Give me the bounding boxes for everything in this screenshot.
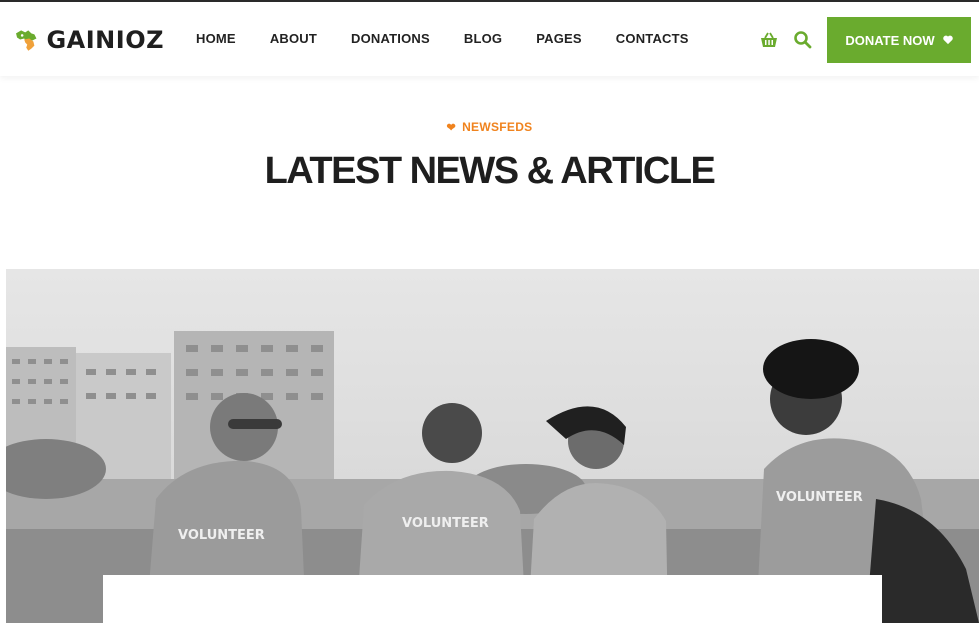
nav-item-contacts[interactable]: CONTACTS [616, 31, 689, 46]
donate-label: DONATE NOW [845, 32, 935, 48]
shirt-text-2: VOLUNTEER [402, 516, 489, 531]
heart-icon: ❤ [446, 122, 457, 134]
header-icons [759, 30, 813, 55]
main-nav: HOME ABOUT DONATIONS BLOG PAGES CONTACTS [196, 31, 723, 46]
site-header: GAINIOZ HOME ABOUT DONATIONS BLOG PAGES … [0, 2, 979, 76]
donate-now-button[interactable]: DONATE NOW [827, 17, 971, 63]
nav-item-donations[interactable]: DONATIONS [351, 31, 430, 46]
logo-map-icon [16, 30, 37, 51]
logo[interactable]: GAINIOZ [14, 16, 164, 64]
volunteers-photo: VOLUNTEER VOLUNTEER VOLUNTEER [6, 269, 979, 623]
nav-item-blog[interactable]: BLOG [464, 31, 502, 46]
basket-icon[interactable] [759, 30, 779, 55]
featured-article-image[interactable]: VOLUNTEER VOLUNTEER VOLUNTEER [6, 269, 979, 623]
article-card [103, 575, 882, 635]
section-tag: ❤ NEWSFEDS [446, 120, 533, 134]
search-icon[interactable] [793, 30, 813, 55]
nav-item-home[interactable]: HOME [196, 31, 236, 46]
shirt-text-1: VOLUNTEER [178, 528, 265, 543]
nav-item-about[interactable]: ABOUT [270, 31, 317, 46]
section-title: LATEST NEWS & ARTICLE [264, 150, 716, 192]
shirt-text-3: VOLUNTEER [776, 490, 863, 505]
heart-icon [942, 33, 953, 48]
nav-item-pages[interactable]: PAGES [536, 31, 582, 46]
brand-name: GAINIOZ [46, 26, 164, 54]
